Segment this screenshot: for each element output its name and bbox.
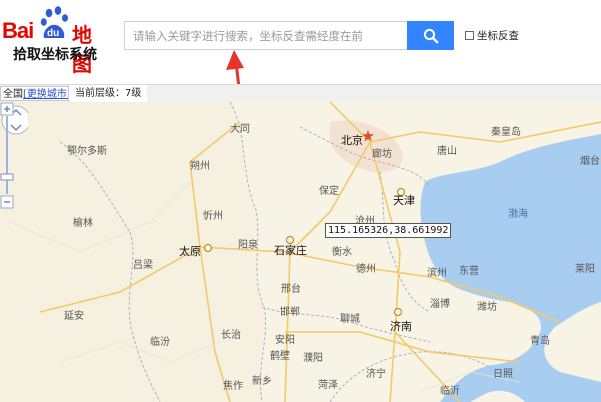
map-label-jiaozuo: 焦作 bbox=[223, 381, 243, 392]
map-label-eerduosi: 鄂尔多斯 bbox=[67, 146, 107, 157]
reverse-geocode-checkbox[interactable] bbox=[465, 31, 474, 40]
map-label-heze: 菏泽 bbox=[318, 380, 338, 391]
map-label-handan: 邯郸 bbox=[280, 307, 300, 318]
map-label-hebi: 鹤壁 bbox=[270, 351, 290, 362]
map-label-laiyang: 莱阳 bbox=[575, 264, 595, 275]
baidu-paw-icon: du bbox=[40, 6, 68, 39]
map-label-taiyuan: 太原 bbox=[179, 245, 201, 258]
logo-bai-text: Bai bbox=[2, 18, 34, 43]
page-title: 拾取坐标系统 bbox=[13, 47, 97, 63]
current-city: 全国[更换城市] bbox=[0, 86, 74, 101]
coordinate-tooltip: 115.165326,38.661992 bbox=[325, 223, 452, 238]
map-label-dezhou: 德州 bbox=[356, 264, 376, 275]
jinan-marker bbox=[394, 308, 402, 316]
map-label-weifang: 潍坊 bbox=[477, 302, 497, 313]
map-label-qinhuangdao: 秦皇岛 bbox=[491, 127, 521, 138]
map-label-xingtai: 邢台 bbox=[281, 284, 301, 295]
map-label-liaocheng: 聊城 bbox=[340, 314, 360, 325]
map-label-binzhou: 滨州 bbox=[427, 268, 447, 279]
zoom-level-indicator: 当前层级：7级 bbox=[68, 85, 148, 102]
zoom-slider-handle bbox=[0, 173, 14, 181]
logo-du-text: du bbox=[47, 28, 59, 39]
map-label-langfang: 廊坊 bbox=[372, 149, 392, 160]
map-label-baoding: 保定 bbox=[319, 186, 339, 197]
search-input[interactable] bbox=[125, 22, 407, 49]
map-label-yantai: 烟台 bbox=[580, 156, 600, 167]
map-label-xinzhou: 忻州 bbox=[203, 211, 223, 222]
map-label-changzhi: 长治 bbox=[221, 330, 241, 341]
map-label-shuozhou: 朔州 bbox=[190, 161, 210, 172]
map-label-shijiazhuang: 石家庄 bbox=[274, 244, 307, 257]
map-label-xinxiang: 新乡 bbox=[252, 376, 272, 387]
current-city-label: 全国 bbox=[3, 89, 23, 100]
map-label-dongying: 东营 bbox=[459, 266, 479, 277]
map-label-qingdao: 青岛 bbox=[530, 336, 550, 347]
map-label-linyi: 临沂 bbox=[440, 386, 460, 397]
map-label-hengshui: 衡水 bbox=[332, 247, 352, 258]
change-city-link[interactable]: [更换城市] bbox=[23, 89, 71, 100]
reverse-geocode-toggle[interactable]: 坐标反查 bbox=[465, 28, 519, 43]
map-label-linfen: 临汾 bbox=[150, 337, 170, 348]
map-label-yanan: 延安 bbox=[64, 311, 84, 322]
map-label-zibo: 淄博 bbox=[430, 299, 450, 310]
map-label-lvliang: 吕梁 bbox=[133, 260, 153, 271]
reverse-geocode-label: 坐标反查 bbox=[477, 30, 519, 42]
map-label-rizhao: 日照 bbox=[493, 369, 513, 380]
map-canvas[interactable]: 北京 天津 太原 石家庄 济南 渤海 鄂尔多斯 榆林 朔州 大同 忻州 阳泉 吕… bbox=[0, 102, 601, 402]
map-label-yulin: 榆林 bbox=[73, 218, 93, 229]
map-zoom-control[interactable] bbox=[0, 102, 14, 210]
header: Bai du 地图 拾取坐标系统 坐标反查 bbox=[0, 0, 601, 215]
map-label-tangshan: 唐山 bbox=[437, 146, 457, 157]
map-label-puyang: 濮阳 bbox=[303, 353, 323, 364]
map-label-beijing: 北京 bbox=[341, 134, 363, 147]
map-label-anyang: 安阳 bbox=[275, 335, 295, 346]
map-label-jinan: 济南 bbox=[390, 320, 412, 333]
capital-star-icon bbox=[362, 130, 374, 142]
map-info-bar: 全国[更换城市] 当前层级：7级 bbox=[0, 84, 601, 103]
search-icon bbox=[423, 28, 438, 43]
map-label-yangquan: 阳泉 bbox=[238, 240, 258, 251]
map-label-tianjin: 天津 bbox=[393, 194, 415, 207]
map-label-bohai: 渤海 bbox=[508, 209, 528, 220]
search-button[interactable] bbox=[407, 21, 454, 50]
map-label-jining: 济宁 bbox=[366, 369, 386, 380]
taiyuan-marker bbox=[204, 244, 212, 252]
map-label-datong: 大同 bbox=[230, 124, 250, 135]
